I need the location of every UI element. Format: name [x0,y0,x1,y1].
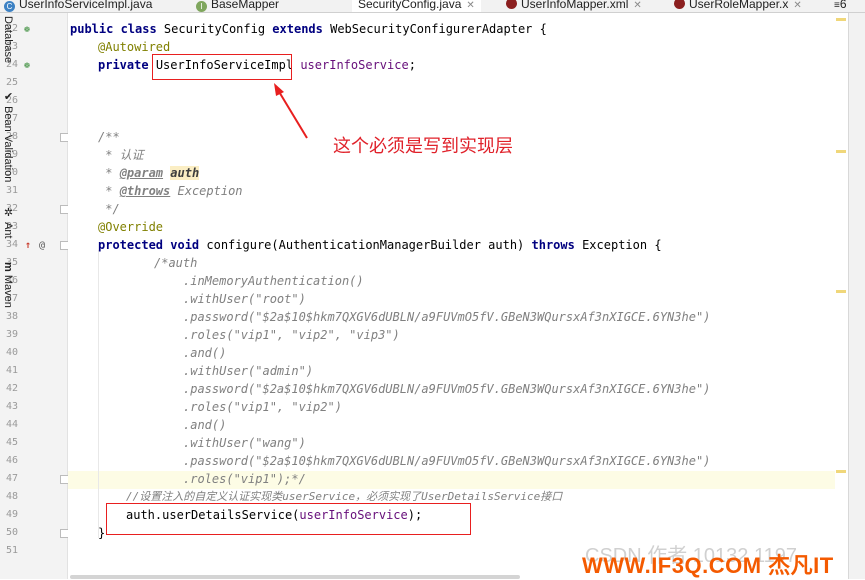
right-tool-strip [848,13,865,579]
tool-database[interactable]: Database [2,16,14,63]
bean-validation-icon: ✔ [2,90,14,107]
horizontal-scrollbar[interactable] [70,575,520,579]
watermark: WWW.IF3Q.COM 杰凡IT [582,553,834,578]
scroll-marker [836,18,846,21]
tool-maven[interactable]: m Maven [2,262,14,308]
tool-bean-validation[interactable]: ✔ Bean Validation [2,90,15,182]
scroll-marker [836,290,846,293]
tool-ant[interactable]: ✲ Ant [2,206,15,239]
annotation-arrow-icon [274,83,308,139]
annotation-note: 这个必须是写到实现层 [333,136,513,156]
scroll-marker [836,150,846,153]
scroll-marker [836,470,846,473]
maven-icon: m [2,262,14,275]
ant-icon: ✲ [2,206,14,223]
